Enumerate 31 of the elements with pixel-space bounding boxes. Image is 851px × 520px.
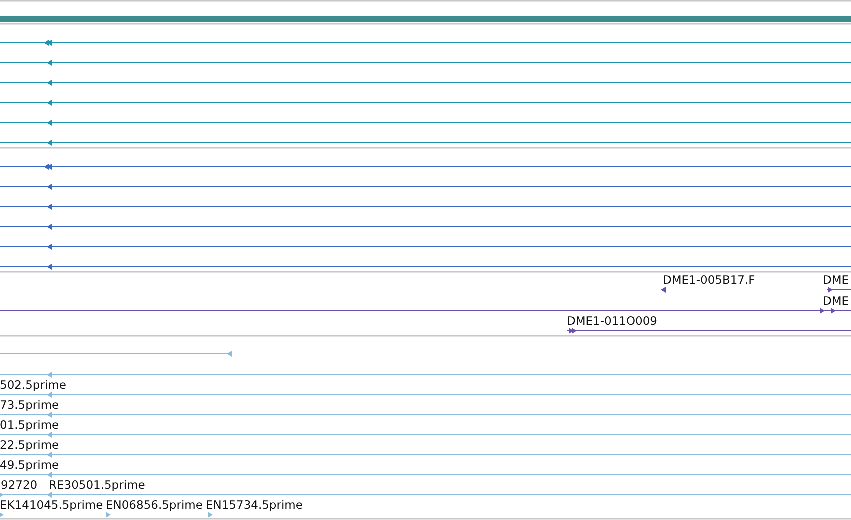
strand-arrow-icon[interactable] — [47, 140, 52, 146]
feature-label: DME — [823, 273, 850, 287]
strand-arrow-icon[interactable] — [44, 40, 52, 46]
strand-arrow-icon[interactable] — [44, 164, 52, 170]
feature-label: EN15734.5prime — [206, 498, 303, 512]
feature-label: 73.5prime — [0, 398, 60, 412]
strand-arrow-icon[interactable] — [569, 328, 577, 334]
strand-arrow-icon[interactable] — [47, 244, 52, 250]
strand-arrow-icon[interactable] — [47, 184, 52, 190]
strand-arrow-icon[interactable] — [661, 287, 666, 293]
feature-label: 01.5prime — [0, 418, 60, 432]
feature-label: 49.5prime — [0, 458, 60, 472]
strand-arrow-icon[interactable] — [831, 308, 836, 314]
strand-arrow-icon[interactable] — [47, 264, 52, 270]
strand-arrow-icon[interactable] — [820, 308, 825, 314]
feature-label: DME — [823, 294, 850, 308]
feature-label: EN06856.5prime — [106, 498, 203, 512]
strand-arrow-icon[interactable] — [47, 120, 52, 126]
feature-label: 502.5prime — [0, 378, 66, 392]
feature-label: 92720 — [1, 478, 38, 492]
feature-label: DME1-005B17.F — [663, 273, 756, 287]
strand-arrow-icon[interactable] — [47, 80, 52, 86]
feature-label: RE30501.5prime — [49, 478, 146, 492]
strand-arrow-icon[interactable] — [47, 100, 52, 106]
strand-arrow-icon[interactable] — [47, 60, 52, 66]
strand-arrow-icon[interactable] — [47, 224, 52, 230]
strand-arrow-icon[interactable] — [47, 204, 52, 210]
feature-label: DME1-011O009 — [567, 314, 658, 328]
feature-label: EK141045.5prime — [0, 498, 104, 512]
feature-label: 22.5prime — [0, 438, 60, 452]
strand-arrow-icon[interactable] — [828, 287, 833, 293]
